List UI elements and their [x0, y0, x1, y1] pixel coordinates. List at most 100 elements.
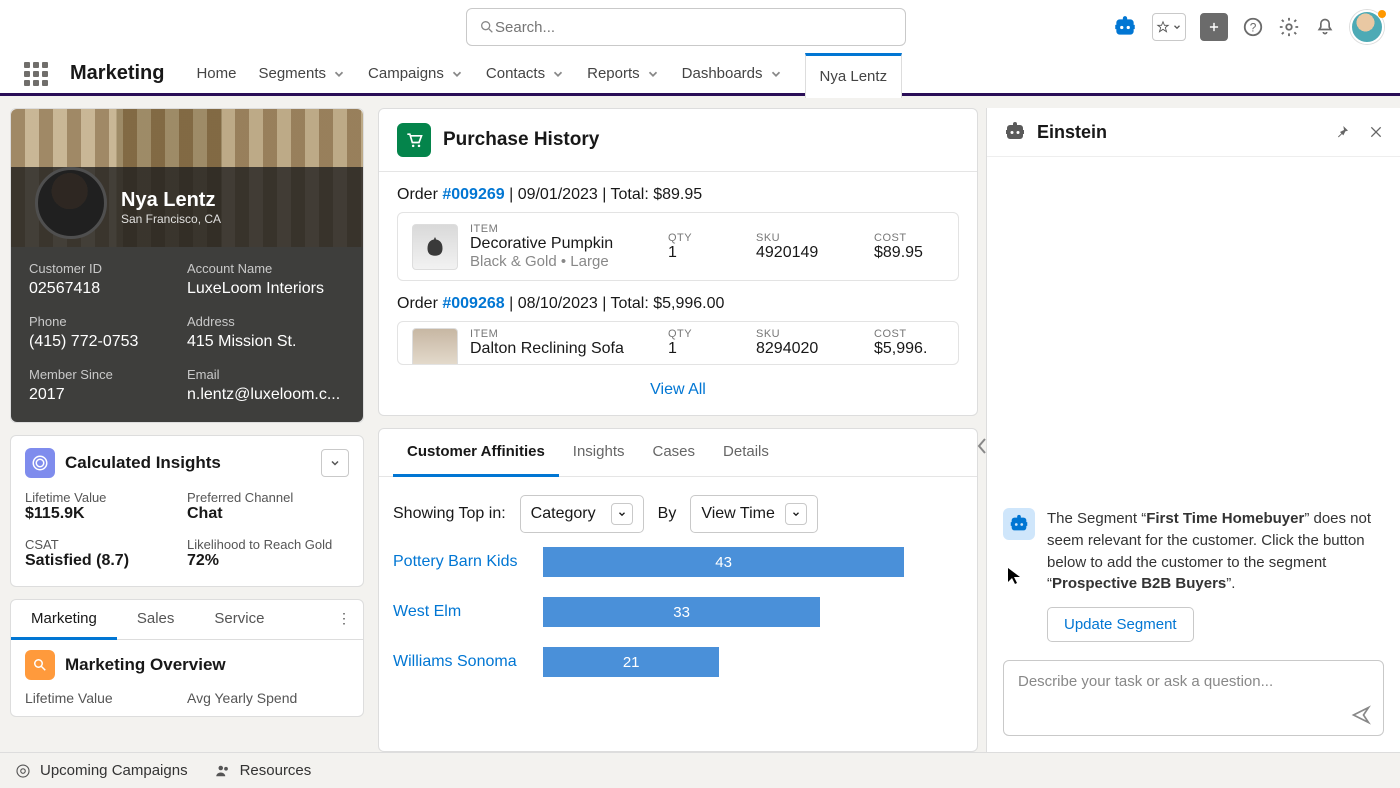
nav-reports[interactable]: Reports — [587, 53, 660, 95]
tab-sales[interactable]: Sales — [117, 600, 195, 639]
chevron-down-icon — [551, 67, 565, 81]
bar-fill: 43 — [543, 547, 904, 577]
item-name: Decorative Pumpkin — [470, 235, 660, 253]
app-launcher-icon[interactable] — [24, 62, 48, 86]
chevron-down-icon — [791, 509, 801, 519]
bell-icon — [1315, 17, 1335, 37]
user-avatar[interactable] — [1350, 10, 1384, 44]
order-row: Order #009268 | 08/10/2023 | Total: $5,9… — [379, 281, 977, 365]
nav-record-tab[interactable]: Nya Lentz — [805, 53, 903, 98]
bar-fill: 33 — [543, 597, 820, 627]
bar-label[interactable]: Pottery Barn Kids — [393, 553, 533, 571]
tab-affinities[interactable]: Customer Affinities — [393, 429, 559, 477]
tab-insights[interactable]: Insights — [559, 429, 639, 476]
tab-marketing[interactable]: Marketing — [11, 600, 117, 640]
bar-row: West Elm 33 — [379, 587, 977, 637]
bar-label[interactable]: Williams Sonoma — [393, 653, 533, 671]
upcoming-campaigns-link[interactable]: Upcoming Campaigns — [14, 762, 188, 780]
update-segment-button[interactable]: Update Segment — [1047, 607, 1194, 642]
help-button[interactable]: ? — [1242, 16, 1264, 38]
likelihood: 72% — [187, 552, 349, 570]
tab-service[interactable]: Service — [194, 600, 284, 639]
einstein-input[interactable]: Describe your task or ask a question... — [1003, 660, 1384, 736]
chevron-down-icon — [329, 457, 341, 469]
bar-label[interactable]: West Elm — [393, 603, 533, 621]
affinities-card: Customer Affinities Insights Cases Detai… — [378, 428, 978, 752]
product-thumb — [412, 328, 458, 365]
category-select[interactable]: Category — [520, 495, 644, 533]
phone: (415) 772-0753 — [29, 333, 187, 351]
bar-row: Williams Sonoma 21 — [379, 637, 977, 687]
settings-button[interactable] — [1278, 16, 1300, 38]
utility-bar: ? — [0, 0, 1400, 54]
nav-contacts[interactable]: Contacts — [486, 53, 565, 95]
lifetime-value: $115.9K — [25, 505, 187, 523]
insights-icon — [25, 448, 55, 478]
search-icon — [479, 19, 495, 35]
view-all-link[interactable]: View All — [379, 365, 977, 415]
gear-icon — [1278, 16, 1300, 38]
footer-bar: Upcoming Campaigns Resources — [0, 752, 1400, 788]
plus-icon — [1207, 20, 1221, 34]
cart-icon — [397, 123, 431, 157]
product-thumb — [412, 224, 458, 270]
einstein-icon[interactable] — [1112, 14, 1138, 40]
einstein-bot-icon — [1003, 508, 1035, 540]
add-button[interactable] — [1200, 13, 1228, 41]
tab-cases[interactable]: Cases — [639, 429, 710, 476]
calculated-insights-card: Calculated Insights Lifetime Value$115.9… — [10, 435, 364, 587]
affinities-chart: Pottery Barn Kids 43 West Elm 33 Williams So… — [379, 537, 977, 687]
einstein-panel: Einstein The Segment “First Time Homebuy… — [986, 108, 1400, 752]
bar-fill: 21 — [543, 647, 719, 677]
pin-icon[interactable] — [1334, 124, 1350, 140]
nav-segments[interactable]: Segments — [258, 53, 346, 95]
main-nav: Marketing Home Segments Campaigns Contac… — [0, 54, 1400, 96]
purchase-history-card: Purchase History Order #009269 | 09/01/2… — [378, 108, 978, 416]
search-input[interactable] — [495, 19, 893, 36]
chevron-down-icon — [769, 67, 783, 81]
notifications-button[interactable] — [1314, 16, 1336, 38]
einstein-title: Einstein — [1037, 122, 1324, 143]
people-icon — [214, 762, 232, 780]
profile-hero: Nya Lentz San Francisco, CA — [11, 109, 363, 247]
global-search[interactable] — [466, 8, 906, 46]
overview-title: Marketing Overview — [65, 655, 349, 675]
profile-name: Nya Lentz — [121, 189, 221, 212]
target-icon — [14, 762, 32, 780]
close-icon[interactable] — [1368, 124, 1384, 140]
chevron-down-icon — [332, 67, 346, 81]
overview-more-button[interactable]: ⋮ — [325, 600, 363, 639]
customer-id: 02567418 — [29, 280, 187, 298]
tab-details[interactable]: Details — [709, 429, 783, 476]
overview-icon — [25, 650, 55, 680]
csat: Satisfied (8.7) — [25, 552, 187, 570]
insights-menu-button[interactable] — [321, 449, 349, 477]
svg-text:?: ? — [1250, 21, 1257, 35]
item-name: Dalton Reclining Sofa — [470, 340, 660, 358]
address: 415 Mission St. — [187, 333, 345, 351]
chevron-down-icon — [646, 67, 660, 81]
order-row: Order #009269 | 09/01/2023 | Total: $89.… — [379, 172, 977, 281]
insights-title: Calculated Insights — [65, 453, 311, 473]
einstein-bot-icon — [1003, 120, 1027, 144]
favorites-button[interactable] — [1152, 13, 1186, 41]
star-icon — [1156, 20, 1170, 34]
nav-dashboards[interactable]: Dashboards — [682, 53, 783, 95]
collapse-icon[interactable] — [977, 437, 987, 455]
email: n.lentz@luxeloom.c... — [187, 386, 345, 404]
by-select[interactable]: View Time — [690, 495, 818, 533]
app-name: Marketing — [70, 62, 164, 85]
purchase-history-title: Purchase History — [443, 129, 599, 151]
nav-campaigns[interactable]: Campaigns — [368, 53, 464, 95]
nav-home[interactable]: Home — [196, 53, 236, 95]
chevron-down-icon — [450, 67, 464, 81]
send-icon[interactable] — [1351, 705, 1371, 725]
resources-link[interactable]: Resources — [214, 762, 312, 780]
account-name: LuxeLoom Interiors — [187, 280, 345, 298]
order-link[interactable]: #009269 — [442, 186, 504, 203]
profile-card: Nya Lentz San Francisco, CA Customer ID0… — [10, 108, 364, 423]
profile-location: San Francisco, CA — [121, 212, 221, 226]
order-link[interactable]: #009268 — [442, 295, 504, 312]
einstein-message: The Segment “First Time Homebuyer” does … — [1003, 508, 1384, 642]
preferred-channel: Chat — [187, 505, 349, 523]
